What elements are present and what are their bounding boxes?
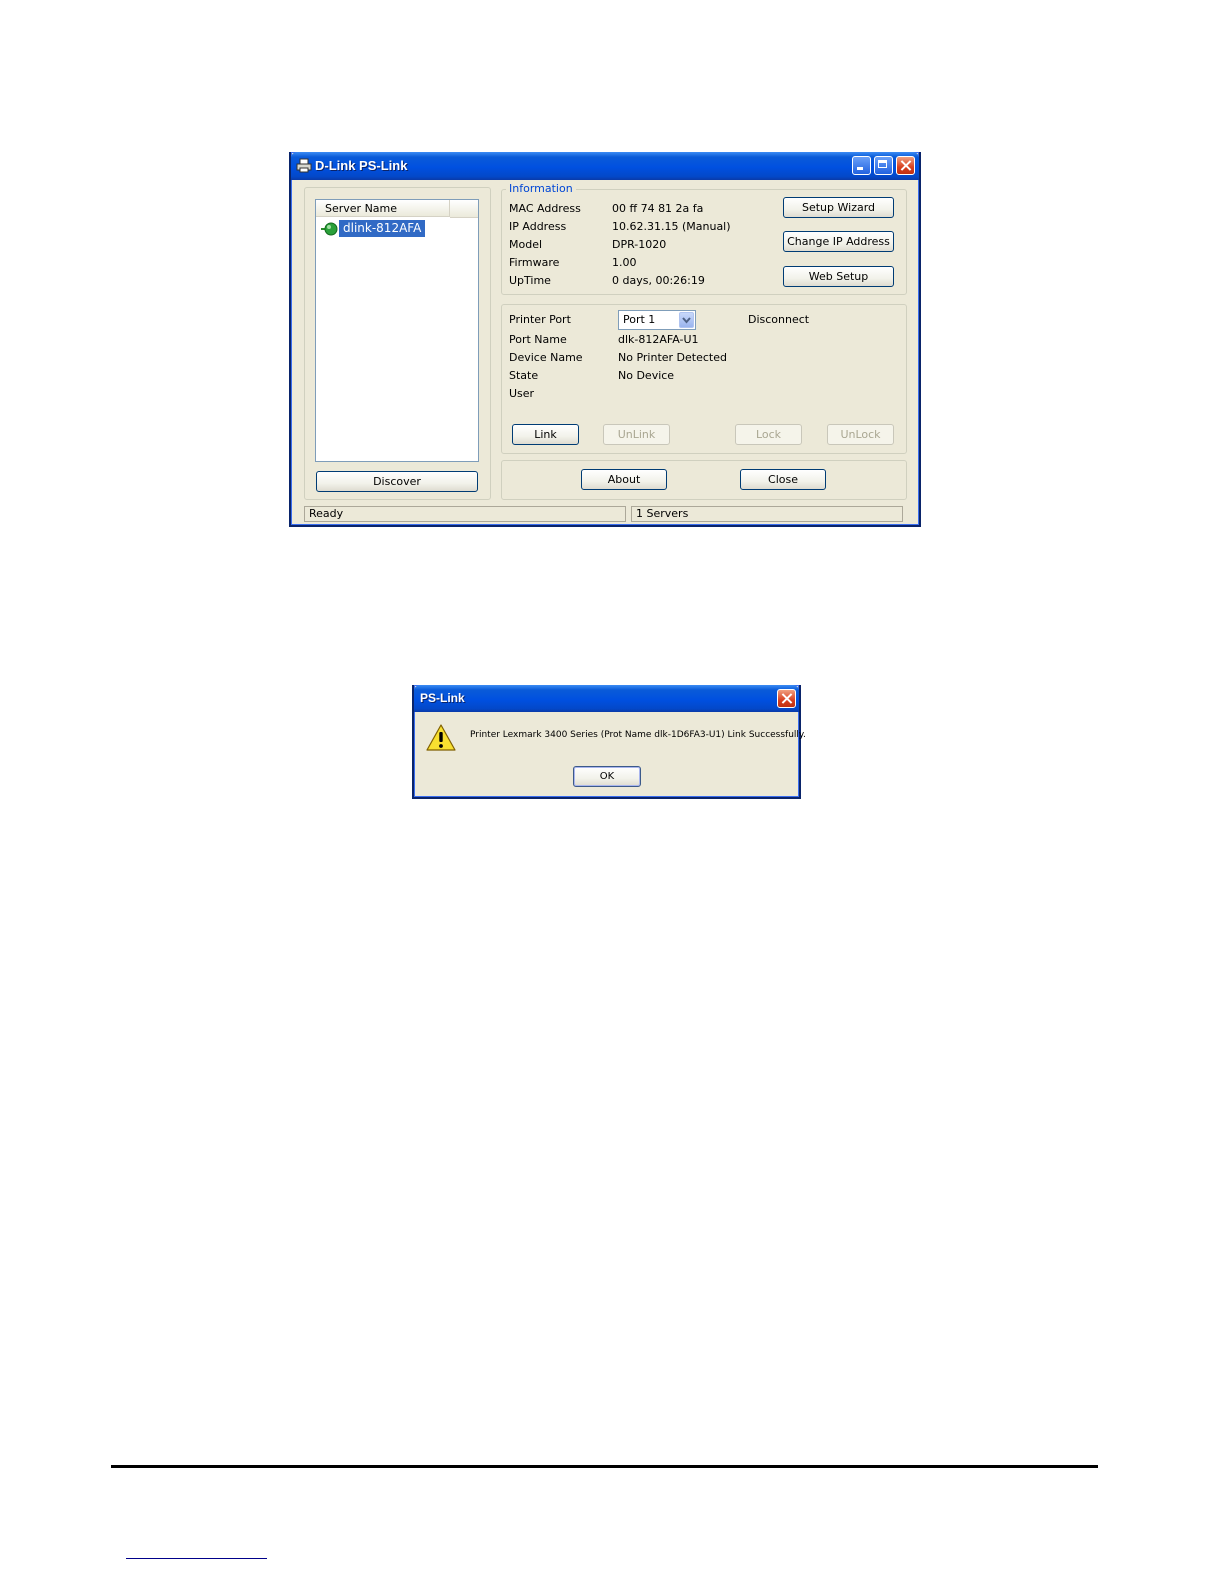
ok-button[interactable]: OK — [573, 766, 641, 787]
dialog-title-bar[interactable]: PS-Link — [414, 685, 799, 712]
footer-link-underline — [126, 1558, 267, 1559]
information-legend: Information — [506, 182, 576, 195]
status-bar: Ready 1 Servers — [299, 506, 911, 522]
status-left: Ready — [304, 506, 626, 522]
printer-port-select[interactable]: Port 1 — [618, 310, 696, 330]
model-label: Model — [509, 238, 543, 251]
about-button[interactable]: About — [581, 469, 667, 490]
uptime-value: 0 days, 00:26:19 — [612, 274, 705, 287]
bottom-button-group — [501, 460, 907, 500]
state-value: No Device — [618, 369, 675, 382]
firmware-value: 1.00 — [612, 256, 637, 269]
server-list[interactable]: Server Name dlink-812AFA — [315, 199, 479, 462]
mac-address-value: 00 ff 74 81 2a fa — [612, 202, 704, 215]
lock-button[interactable]: Lock — [735, 424, 802, 445]
maximize-button[interactable] — [874, 156, 893, 175]
minimize-button[interactable] — [852, 156, 871, 175]
link-button[interactable]: Link — [512, 424, 579, 445]
window-title: D-Link PS-Link — [315, 158, 408, 173]
device-name-label: Device Name — [509, 351, 583, 364]
device-name-value: No Printer Detected — [618, 351, 727, 364]
unlink-button[interactable]: UnLink — [603, 424, 670, 445]
chevron-down-icon — [682, 317, 691, 324]
dialog-close-button[interactable] — [777, 689, 796, 708]
status-right: 1 Servers — [631, 506, 903, 522]
port-name-value: dlk-812AFA-U1 — [618, 333, 699, 346]
footer-rule — [111, 1465, 1098, 1468]
dialog-message: Printer Lexmark 3400 Series (Prot Name d… — [470, 730, 806, 740]
server-list-header-filler — [450, 200, 478, 218]
model-value: DPR-1020 — [612, 238, 667, 251]
column-header-server-name: Server Name — [325, 202, 398, 215]
mac-address-label: MAC Address — [509, 202, 581, 215]
connection-status: Disconnect — [748, 313, 810, 326]
printer-port-label: Printer Port — [509, 313, 571, 326]
ps-link-window: D-Link PS-Link Server Name dlink-812AFA … — [289, 152, 921, 527]
close-button[interactable]: Close — [740, 469, 826, 490]
web-setup-button[interactable]: Web Setup — [783, 266, 894, 287]
uptime-label: UpTime — [509, 274, 551, 287]
ps-link-dialog: PS-Link Printer Lexmark 3400 Series (Pro… — [412, 685, 806, 799]
ip-address-label: IP Address — [509, 220, 567, 233]
printer-icon — [296, 158, 312, 173]
discover-button[interactable]: Discover — [316, 471, 478, 492]
server-item-label: dlink-812AFA — [339, 220, 426, 237]
firmware-label: Firmware — [509, 256, 560, 269]
server-list-header[interactable]: Server Name — [316, 200, 450, 217]
user-label: User — [509, 387, 535, 400]
port-name-label: Port Name — [509, 333, 567, 346]
setup-wizard-button[interactable]: Setup Wizard — [783, 197, 894, 218]
warning-icon — [426, 724, 456, 751]
dropdown-arrow-button[interactable] — [679, 312, 694, 328]
close-window-button[interactable] — [896, 156, 915, 175]
network-printer-icon — [321, 222, 338, 236]
change-ip-address-button[interactable]: Change IP Address — [783, 231, 894, 252]
unlock-button[interactable]: UnLock — [827, 424, 894, 445]
printer-port-value: Port 1 — [623, 313, 656, 326]
title-bar[interactable]: D-Link PS-Link — [291, 152, 919, 180]
state-label: State — [509, 369, 539, 382]
dialog-title: PS-Link — [420, 691, 465, 705]
ip-address-value: 10.62.31.15 (Manual) — [612, 220, 731, 233]
